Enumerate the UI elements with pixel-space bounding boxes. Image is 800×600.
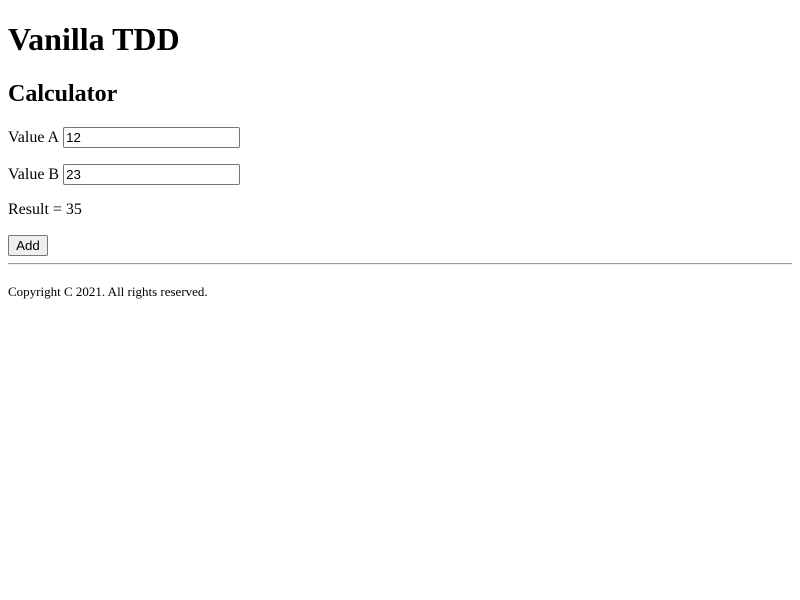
footer-copyright: Copyright C 2021. All rights reserved.	[8, 284, 208, 299]
value-a-row: Value A	[8, 127, 241, 148]
section-title: Calculator	[8, 81, 118, 107]
result-row: Result = 35	[8, 200, 82, 220]
page: Vanilla TDD Calculator Value A Value B R…	[0, 0, 800, 600]
value-a-label: Value A	[8, 128, 60, 146]
add-button[interactable]: Add	[8, 235, 48, 256]
value-b-row: Value B	[8, 164, 241, 185]
value-b-input[interactable]	[63, 164, 241, 185]
divider	[8, 263, 792, 265]
page-title: Vanilla TDD	[8, 21, 180, 57]
result-text: Result = 35	[8, 201, 82, 218]
value-a-input[interactable]	[63, 127, 241, 148]
value-b-label: Value B	[8, 165, 60, 183]
